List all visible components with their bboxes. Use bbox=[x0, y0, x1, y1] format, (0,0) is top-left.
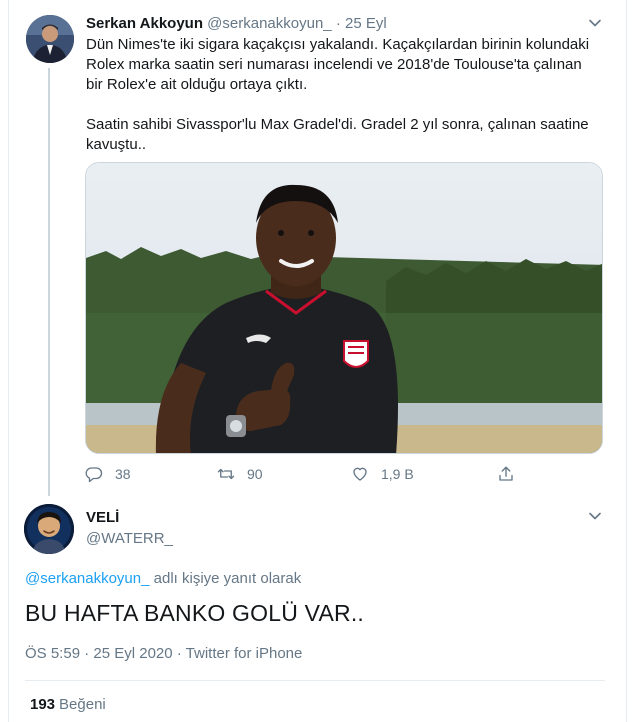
author-handle[interactable]: @WATERR_ bbox=[86, 530, 173, 547]
tweet-photo[interactable] bbox=[85, 162, 603, 454]
author-name[interactable]: Serkan Akkoyun bbox=[86, 15, 203, 32]
share-icon bbox=[499, 466, 513, 481]
tweet-header: Serkan Akkoyun @serkanakkoyun_ · 25 Eyl bbox=[86, 15, 387, 32]
divider bbox=[25, 680, 605, 681]
replying-label: adlı kişiye yanıt olarak bbox=[149, 570, 302, 587]
like-button[interactable]: 1,9 B bbox=[351, 462, 414, 486]
like-stats[interactable]: 193 Beğeni bbox=[30, 696, 106, 713]
separator-dot: · bbox=[335, 15, 341, 32]
like-stat-count: 193 bbox=[30, 696, 56, 713]
chevron-down-icon[interactable] bbox=[587, 15, 603, 31]
share-button[interactable] bbox=[497, 462, 515, 486]
heart-icon bbox=[353, 467, 367, 481]
chevron-down-icon[interactable] bbox=[587, 508, 603, 524]
author-name[interactable]: VELİ bbox=[86, 509, 119, 526]
reply-button[interactable]: 38 bbox=[85, 462, 131, 486]
avatar[interactable] bbox=[26, 15, 74, 63]
retweet-icon bbox=[217, 468, 235, 480]
mention-link[interactable]: @serkanakkoyun_ bbox=[25, 570, 149, 587]
tweet-timestamp[interactable]: ÖS 5:59 · 25 Eyl 2020 · Twitter for iPho… bbox=[25, 645, 302, 662]
retweet-count: 90 bbox=[247, 466, 263, 482]
avatar[interactable] bbox=[24, 504, 74, 554]
tweet-date[interactable]: 25 Eyl bbox=[345, 15, 387, 32]
tweet-text: BU HAFTA BANKO GOLÜ VAR.. bbox=[25, 600, 364, 626]
thread-connector-line bbox=[48, 68, 50, 496]
reply-icon bbox=[85, 467, 103, 483]
replying-to: @serkanakkoyun_ adlı kişiye yanıt olarak bbox=[25, 570, 301, 587]
retweet-button[interactable]: 90 bbox=[217, 462, 263, 486]
author-handle[interactable]: @serkanakkoyun_ bbox=[207, 15, 331, 32]
reply-count: 38 bbox=[115, 466, 131, 482]
like-stat-label: Beğeni bbox=[59, 696, 106, 713]
like-count: 1,9 B bbox=[381, 466, 414, 482]
tweet-text: Dün Nimes'te iki sigara kaçakçısı yakala… bbox=[86, 36, 590, 153]
tweet-actions: 38 90 1,9 B bbox=[85, 462, 525, 486]
